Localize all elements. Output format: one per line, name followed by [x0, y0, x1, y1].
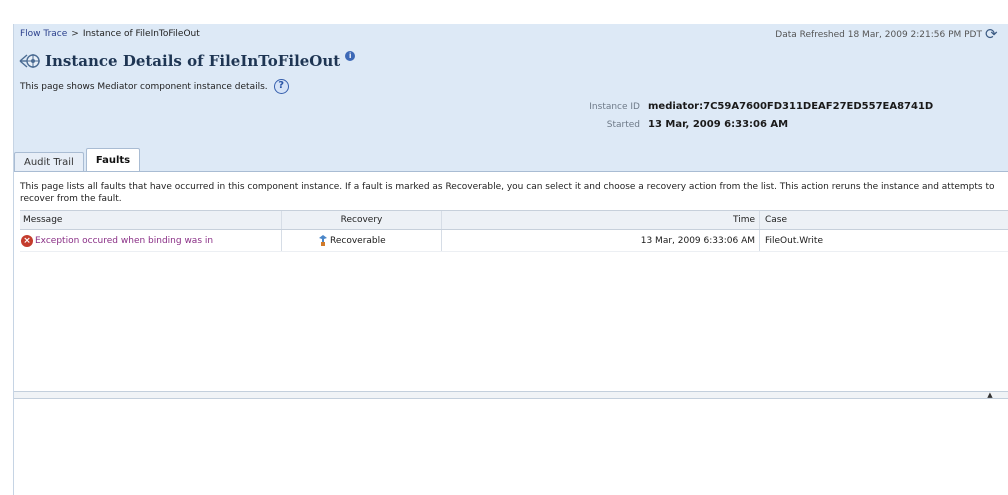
breadcrumb-current: Instance of FileInToFileOut	[82, 29, 200, 39]
fault-message-link[interactable]: Exception occured when binding was in	[35, 236, 213, 246]
faults-description: This page lists all faults that have occ…	[20, 182, 995, 204]
instance-id-row: Instance ID mediator:7C59A7600FD311DEAF2…	[574, 101, 933, 119]
tab-faults[interactable]: Faults	[85, 148, 141, 172]
tab-audit-trail[interactable]: Audit Trail	[14, 152, 84, 172]
page-description-row: This page shows Mediator component insta…	[20, 79, 289, 94]
info-icon[interactable]: i	[345, 51, 356, 61]
error-icon: ×	[21, 234, 33, 247]
column-header-recovery[interactable]: Recovery	[282, 211, 442, 229]
column-header-case[interactable]: Case	[760, 211, 1008, 229]
tab-divider	[14, 171, 1008, 172]
fault-case-cell: FileOut.Write	[765, 235, 823, 246]
column-header-time[interactable]: Time	[442, 211, 760, 229]
refresh-icon[interactable]: ⟳	[985, 27, 1000, 42]
started-label: Started	[606, 120, 640, 130]
breadcrumb-separator: >	[71, 29, 79, 39]
component-icon	[18, 51, 42, 71]
column-header-message[interactable]: Message	[20, 211, 282, 229]
recovery-status: Recoverable	[330, 235, 386, 246]
title-row: Instance Details of FileInToFileOut i	[18, 51, 356, 71]
recovery-icon	[318, 234, 329, 247]
table-header: Message Recovery Time Case	[20, 210, 1008, 230]
page-title: Instance Details of FileInToFileOut	[45, 52, 341, 70]
help-icon[interactable]: ?	[273, 79, 289, 94]
fault-time-cell: 13 Mar, 2009 6:33:06 AM	[442, 230, 760, 251]
tab-bar: Audit Trail Faults	[14, 148, 142, 172]
started-row: Started 13 Mar, 2009 6:33:06 AM	[574, 119, 933, 137]
collapse-up-icon[interactable]: ▲	[980, 392, 1000, 399]
page-header: Flow Trace > Instance of FileInToFileOut D…	[14, 24, 1008, 172]
faults-table: Message Recovery Time Case × Exception o…	[20, 210, 1008, 252]
instance-meta: Instance ID mediator:7C59A7600FD311DEAF2…	[574, 101, 933, 137]
breadcrumb-flow-trace[interactable]: Flow Trace	[20, 29, 67, 39]
refresh-status: Data Refreshed 18 Mar, 2009 2:21:56 PM P…	[775, 27, 1000, 42]
recovery-cell: Recoverable	[282, 230, 442, 251]
page-description: This page shows Mediator component insta…	[20, 81, 268, 92]
data-refreshed-text: Data Refreshed 18 Mar, 2009 2:21:56 PM P…	[775, 29, 982, 40]
breadcrumb: Flow Trace > Instance of FileInToFileOut	[20, 29, 200, 39]
instance-id-label: Instance ID	[589, 102, 640, 112]
window-edge	[0, 24, 14, 495]
instance-id-value: mediator:7C59A7600FD311DEAF27ED557EA8741…	[648, 101, 934, 112]
fault-detail-pane	[14, 399, 1008, 495]
started-value: 13 Mar, 2009 6:33:06 AM	[648, 119, 789, 130]
table-row[interactable]: × Exception occured when binding was in …	[20, 230, 1008, 252]
pane-splitter[interactable]: ▲	[14, 391, 1008, 399]
instance-details-page: Flow Trace > Instance of FileInToFileOut D…	[14, 24, 1008, 495]
fault-message-cell: × Exception occured when binding was in	[20, 230, 282, 251]
